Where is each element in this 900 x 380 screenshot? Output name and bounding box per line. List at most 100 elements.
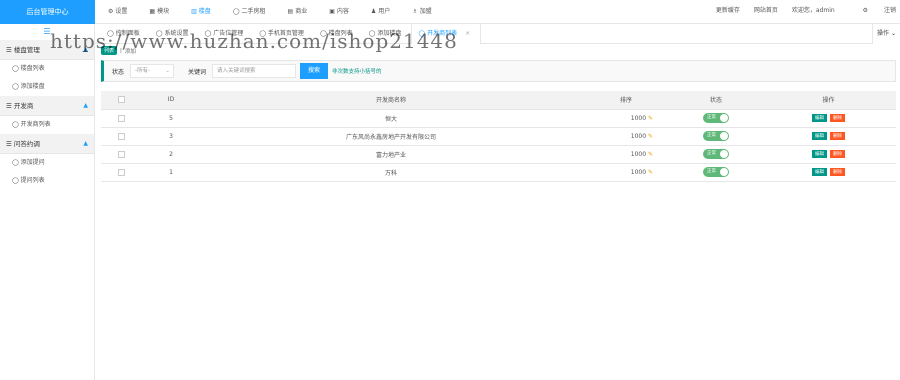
tab-developer-list[interactable]: ◯ 开发商列表 ×	[411, 24, 482, 44]
top-nav: ⚙ 设置 ▦ 模块 ▥ 楼盘 ◯ 二手房租 ▤ 商业 ▣ 内容 ♟ 用户 ♗ 加盟	[108, 0, 454, 24]
shop-icon: ▤	[287, 8, 294, 15]
gear-icon: ⚙	[108, 8, 114, 15]
circle-icon: ◯	[232, 8, 240, 15]
table-row: 1 万科 1000 ✎ 正常 编辑 删除	[101, 163, 896, 182]
status-toggle[interactable]: 正常	[703, 113, 729, 123]
delete-button[interactable]: 删除	[830, 150, 845, 158]
cell-sort[interactable]: 1000 ✎	[581, 145, 671, 164]
breadcrumb-separator: |	[120, 47, 122, 54]
status-label: 状态	[112, 68, 125, 76]
topnav-buildings[interactable]: ▥ 楼盘	[191, 0, 211, 24]
cell-id: 5	[141, 109, 201, 128]
breadcrumb-add-link[interactable]: 添加	[125, 47, 136, 55]
table-row: 3 广东风尚永鑫房地产开发有限公司 1000 ✎ 正常 编辑 删除	[101, 127, 896, 146]
cell-actions: 编辑 删除	[761, 145, 896, 164]
edit-button[interactable]: 编辑	[812, 114, 827, 122]
keyword-input[interactable]: 请入关键词搜索	[212, 64, 297, 78]
pencil-icon[interactable]: ✎	[648, 151, 653, 158]
sidebar-toggle-icon[interactable]: ☰	[0, 24, 94, 40]
row-checkbox[interactable]	[101, 145, 141, 164]
grid-icon: ▦	[149, 8, 156, 15]
status-toggle[interactable]: 正常	[703, 167, 729, 177]
top-right-links: 更新缓存 网站首页 欢迎您，admin ⚙ 注销	[702, 0, 896, 24]
plugin-icon: ♗	[412, 8, 418, 15]
pencil-icon[interactable]: ✎	[648, 169, 653, 176]
cell-name: 广东风尚永鑫房地产开发有限公司	[201, 127, 581, 146]
cell-actions: 编辑 删除	[761, 127, 896, 146]
power-icon: ⚙	[862, 7, 869, 14]
caret-up-icon: ▲	[83, 46, 88, 53]
select-all-checkbox[interactable]	[101, 91, 141, 110]
status-select[interactable]: -所有- ⌄	[130, 64, 175, 78]
tab-add-building[interactable]: ◯ 添加楼盘	[363, 24, 412, 44]
sidebar-item-add-question[interactable]: ◯ 添加提问	[0, 154, 94, 172]
cell-sort[interactable]: 1000 ✎	[581, 127, 671, 146]
tab-ad-slots[interactable]: ◯ 广告位管理	[198, 24, 253, 44]
tab-system-settings[interactable]: ◯ 系统设置	[150, 24, 199, 44]
circle-icon: ◯	[155, 30, 163, 37]
cell-actions: 编辑 删除	[761, 109, 896, 128]
delete-button[interactable]: 删除	[830, 168, 845, 176]
cell-id: 3	[141, 127, 201, 146]
sidebar-group-buildings[interactable]: ☰ 楼盘管理 ▲	[0, 40, 94, 60]
tab-mobile-home[interactable]: ◯ 手机首页管理	[253, 24, 314, 44]
top-bar: 后台管理中心 ⚙ 设置 ▦ 模块 ▥ 楼盘 ◯ 二手房租 ▤ 商业 ▣ 内容 ♟ 用户 ♗ 加盟…	[0, 0, 900, 24]
sidebar-item-add-building[interactable]: ◯ 添加楼盘	[0, 78, 94, 96]
breadcrumb: 列表 | 添加	[101, 46, 136, 55]
logout-link[interactable]: ⚙ 注销	[849, 0, 896, 24]
breadcrumb-list-badge[interactable]: 列表	[101, 46, 118, 55]
circle-icon: ◯	[107, 30, 114, 37]
search-button[interactable]: 搜索	[300, 63, 329, 79]
cell-sort[interactable]: 1000 ✎	[581, 163, 671, 182]
search-hint: 非次数支持小括号的	[332, 69, 382, 75]
building-icon: ▥	[191, 8, 197, 15]
brand-logo[interactable]: 后台管理中心	[0, 0, 95, 24]
topnav-modules[interactable]: ▦ 模块	[149, 0, 169, 24]
chevron-down-icon: ⌄	[165, 68, 171, 74]
sidebar-group-developers[interactable]: ☰ 开发商 ▲	[0, 96, 94, 116]
header-actions: 操作	[761, 91, 896, 110]
site-home-link[interactable]: 网站首页	[754, 0, 778, 24]
edit-button[interactable]: 编辑	[812, 168, 827, 176]
tab-dashboard[interactable]: ◯ 控制面板	[101, 24, 150, 44]
delete-button[interactable]: 删除	[830, 114, 845, 122]
tab-building-list[interactable]: ◯ 楼盘列表	[314, 24, 363, 44]
sidebar-item-building-list[interactable]: ◯ 楼盘列表	[0, 60, 94, 78]
sidebar-item-question-list[interactable]: ◯ 提问列表	[0, 172, 94, 190]
status-toggle[interactable]: 正常	[703, 149, 729, 159]
row-checkbox[interactable]	[101, 127, 141, 146]
header-name: 开发商名称	[201, 91, 581, 110]
document-icon: ▣	[329, 8, 335, 15]
status-toggle[interactable]: 正常	[703, 131, 729, 141]
topnav-settings[interactable]: ⚙ 设置	[108, 0, 127, 24]
cell-name: 万科	[201, 163, 581, 182]
cell-id: 2	[141, 145, 201, 164]
topnav-commercial[interactable]: ▤ 商业	[288, 0, 308, 24]
cell-actions: 编辑 删除	[761, 163, 896, 182]
close-icon[interactable]: ×	[465, 24, 470, 44]
tabs-bar: ◯ 控制面板 ◯ 系统设置 ◯ 广告位管理 ◯ 手机首页管理 ◯ 楼盘列表 ◯ 添加楼盘 ◯…	[95, 24, 900, 44]
row-checkbox[interactable]	[101, 109, 141, 128]
circle-icon: ◯	[418, 30, 426, 37]
topnav-users[interactable]: ♟ 用户	[371, 0, 390, 24]
pencil-icon[interactable]: ✎	[648, 115, 653, 122]
topnav-franchise[interactable]: ♗ 加盟	[412, 0, 431, 24]
row-checkbox[interactable]	[101, 163, 141, 182]
pencil-icon[interactable]: ✎	[648, 133, 653, 140]
table-row: 2 富力地产业 1000 ✎ 正常 编辑 删除	[101, 145, 896, 164]
table-header-row: ID 开发商名称 排序 状态 操作	[101, 91, 896, 110]
tabs-operation-dropdown[interactable]: 操作 ⌄	[872, 24, 900, 44]
sidebar: ☰ ☰ 楼盘管理 ▲ ◯ 楼盘列表 ◯ 添加楼盘 ☰ 开发商 ▲ ◯ 开发商列表 ☰…	[0, 24, 95, 380]
header-id: ID	[141, 91, 201, 110]
sidebar-item-developer-list[interactable]: ◯ 开发商列表	[0, 116, 94, 134]
topnav-second-hand[interactable]: ◯ 二手房租	[233, 0, 266, 24]
edit-button[interactable]: 编辑	[812, 132, 827, 140]
welcome-text: 欢迎您，admin	[791, 7, 835, 14]
delete-button[interactable]: 删除	[830, 132, 845, 140]
update-cache-link[interactable]: 更新缓存	[716, 0, 740, 24]
sidebar-group-qa[interactable]: ☰ 问答约调 ▲	[0, 134, 94, 154]
edit-button[interactable]: 编辑	[812, 150, 827, 158]
cell-sort[interactable]: 1000 ✎	[581, 109, 671, 128]
caret-up-icon: ▲	[83, 140, 88, 147]
topnav-content[interactable]: ▣ 内容	[329, 0, 349, 24]
